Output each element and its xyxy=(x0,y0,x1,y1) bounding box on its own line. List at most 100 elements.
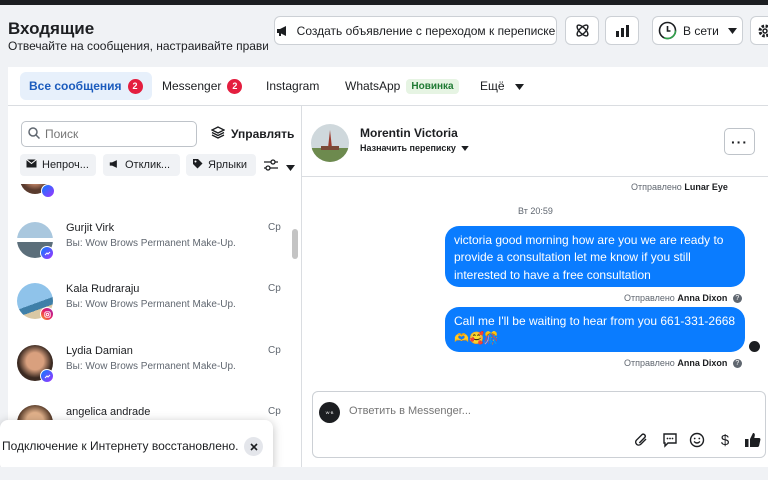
status-label: В сети xyxy=(683,23,719,38)
chat-header-divider xyxy=(302,176,768,177)
tag-icon xyxy=(192,158,203,172)
like-icon[interactable] xyxy=(742,430,762,450)
filter-settings-button[interactable] xyxy=(264,158,295,176)
tab-bar: Все сообщения 2 Messenger 2 Instagram Wh… xyxy=(8,67,768,105)
integrations-button[interactable] xyxy=(565,16,599,45)
list-item[interactable]: Gurjit Virk Вы: Wow Brows Permanent Make… xyxy=(8,216,290,278)
payment-icon[interactable]: $ xyxy=(715,430,735,450)
filter-unread[interactable]: Непроч... xyxy=(20,154,96,176)
instagram-icon xyxy=(40,307,54,321)
info-icon[interactable]: ? xyxy=(732,359,742,369)
chevron-down-icon xyxy=(461,143,469,153)
tab-label: Messenger xyxy=(162,79,222,93)
sent-author: Anna Dixon xyxy=(677,293,728,303)
insights-icon xyxy=(615,24,630,38)
new-badge: Новинка xyxy=(406,78,459,94)
message-time: Ср xyxy=(268,345,281,356)
tab-label: WhatsApp xyxy=(345,79,401,93)
chevron-down-icon xyxy=(514,79,524,93)
filter-label: Непроч... xyxy=(42,159,89,171)
message-preview: Вы: Wow Brows Permanent Make-Up... xyxy=(66,361,236,372)
contact-name: Lydia Damian xyxy=(66,345,133,357)
filter-label: Отклик... xyxy=(125,159,171,171)
status-clock-icon xyxy=(658,21,677,40)
sent-by-label: Отправлено Lunar Eye xyxy=(631,182,728,192)
tab-instagram[interactable]: Instagram xyxy=(266,72,319,100)
column-divider xyxy=(301,105,302,467)
search-box[interactable] xyxy=(21,121,197,147)
tab-label: Ещё xyxy=(480,79,505,93)
tab-all-messages[interactable]: Все сообщения 2 xyxy=(20,72,152,100)
sent-author: Anna Dixon xyxy=(677,358,728,368)
tab-whatsapp[interactable]: WhatsApp Новинка xyxy=(345,72,459,100)
settings-button[interactable] xyxy=(750,16,768,45)
message-time: Ср xyxy=(268,222,281,233)
emoji-icon[interactable] xyxy=(687,430,707,450)
message-preview: Вы: Wow Brows Permanent Make-Up... xyxy=(66,238,236,249)
sent-by-label: Отправлено Anna Dixon ? xyxy=(624,358,742,369)
page-subtitle: Отвечайте на сообщения, настраивайте пра… xyxy=(8,39,268,53)
contact-name: Morentin Victoria xyxy=(360,126,458,140)
contact-name: Gurjit Virk xyxy=(66,222,115,234)
tab-label: Все сообщения xyxy=(29,79,122,93)
message-time: Ср xyxy=(268,406,281,417)
sent-author: Lunar Eye xyxy=(684,182,728,192)
tabs-divider xyxy=(8,105,768,106)
envelope-icon xyxy=(26,159,37,171)
info-icon[interactable]: ? xyxy=(732,294,742,304)
date-separator: Вт 20:59 xyxy=(518,206,553,216)
close-button[interactable] xyxy=(244,437,263,456)
megaphone-icon xyxy=(109,159,120,172)
unread-badge: 2 xyxy=(127,78,143,94)
tab-messenger[interactable]: Messenger 2 xyxy=(162,72,243,100)
search-icon xyxy=(28,126,41,142)
attachment-icon[interactable] xyxy=(631,430,651,450)
filter-responses[interactable]: Отклик... xyxy=(103,154,180,176)
list-item[interactable]: Kala Rudraraju Вы: Wow Brows Permanent M… xyxy=(8,277,290,339)
read-receipt-icon xyxy=(749,341,760,352)
create-ad-label: Создать объявление с переходом к перепис… xyxy=(296,23,556,38)
close-icon xyxy=(249,440,258,454)
status-dropdown[interactable]: В сети xyxy=(652,16,743,45)
chevron-down-icon xyxy=(286,158,295,176)
page-avatar: W·B xyxy=(319,402,340,423)
toast-text: Подключение к Интернету восстановлено. xyxy=(2,439,239,453)
saved-reply-icon[interactable] xyxy=(660,430,680,450)
page-title: Входящие xyxy=(8,19,95,38)
message-bubble: Call me I'll be waiting to hear from you… xyxy=(445,307,745,352)
list-scrollbar[interactable] xyxy=(292,229,298,259)
contact-avatar xyxy=(311,124,349,162)
assign-conversation-dropdown[interactable]: Назначить переписку xyxy=(360,143,469,153)
search-input[interactable] xyxy=(45,127,185,141)
more-options-button[interactable]: ··· xyxy=(724,128,755,155)
filter-label: Ярлыки xyxy=(208,159,247,171)
contact-name: Kala Rudraraju xyxy=(66,283,140,295)
sent-prefix: Отправлено xyxy=(624,358,675,368)
filter-labels[interactable]: Ярлыки xyxy=(186,154,256,176)
tab-more[interactable]: Ещё xyxy=(480,72,524,100)
chevron-down-icon xyxy=(727,27,737,34)
sent-by-label: Отправлено Anna Dixon ? xyxy=(624,293,742,304)
insights-button[interactable] xyxy=(605,16,639,45)
message-bubble: victoria good morning how are you we are… xyxy=(445,226,745,287)
sent-prefix: Отправлено xyxy=(631,182,682,192)
list-item[interactable]: Lydia Damian Вы: Wow Brows Permanent Mak… xyxy=(8,339,290,401)
messenger-icon xyxy=(41,184,55,198)
assign-label: Назначить переписку xyxy=(360,143,456,153)
sent-prefix: Отправлено xyxy=(624,293,675,303)
unread-badge: 2 xyxy=(227,78,243,94)
messenger-icon xyxy=(40,369,54,383)
reply-input[interactable] xyxy=(349,405,649,417)
create-ad-button[interactable]: Создать объявление с переходом к перепис… xyxy=(274,16,557,45)
messenger-icon xyxy=(40,246,54,260)
layers-icon xyxy=(210,126,226,142)
message-time: Ср xyxy=(268,283,281,294)
manage-label: Управлять xyxy=(231,127,295,141)
megaphone-icon xyxy=(276,25,290,37)
reply-composer: W·B $ xyxy=(312,391,766,458)
tab-label: Instagram xyxy=(266,79,320,93)
bottom-edge xyxy=(0,467,768,480)
manage-button[interactable]: Управлять xyxy=(210,126,295,142)
dollar-glyph: $ xyxy=(720,431,730,449)
sliders-icon xyxy=(264,158,278,176)
